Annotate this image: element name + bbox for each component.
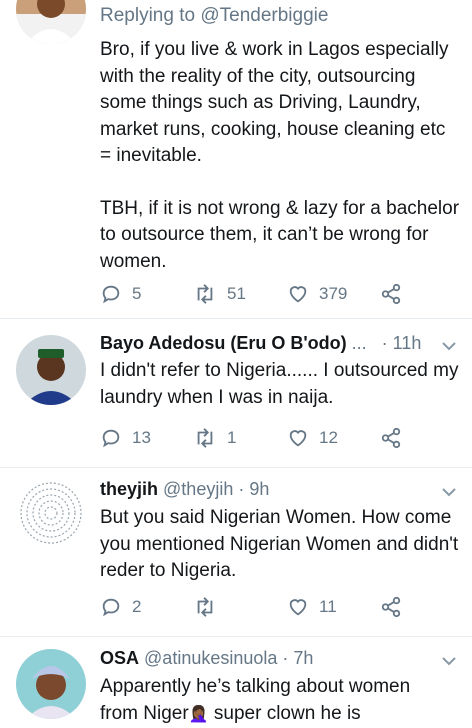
- tweet-osa[interactable]: OSA @atinukesinuola · 7h Apparently he’s…: [0, 637, 472, 726]
- reply-count: 13: [132, 428, 151, 448]
- retweet-icon: [193, 283, 217, 305]
- like-count: 379: [319, 284, 347, 304]
- display-name[interactable]: theyjih: [100, 479, 158, 499]
- reply-count: 5: [132, 284, 141, 304]
- reply-button[interactable]: 5: [100, 279, 141, 309]
- share-button[interactable]: [380, 423, 402, 453]
- display-name[interactable]: Bayo Adedosu (Eru O B'odo): [100, 333, 347, 353]
- timestamp[interactable]: · 9h: [238, 479, 269, 499]
- facepalm-emoji: 🤦🏾‍♀️: [189, 706, 209, 723]
- reply-icon: [100, 427, 122, 449]
- tweet-paragraph: TBH, if it is not wrong & lazy for a bac…: [100, 196, 460, 276]
- action-bar: 5 51 379: [100, 279, 460, 309]
- tweet-header: theyjih @theyjih · 9h: [100, 477, 269, 501]
- tweet-text: Apparently he’s talking about women from…: [100, 674, 460, 728]
- share-button[interactable]: [380, 279, 402, 309]
- reply-icon: [100, 596, 122, 618]
- like-count: 12: [319, 428, 338, 448]
- avatar[interactable]: [16, 0, 86, 44]
- retweet-count: 1: [227, 428, 236, 448]
- reply-button[interactable]: 13: [100, 423, 151, 453]
- retweet-button[interactable]: 1: [193, 423, 236, 453]
- avatar[interactable]: [16, 335, 86, 405]
- tweet-header: Bayo Adedosu (Eru O B'odo) ... · 11h: [100, 331, 421, 355]
- chevron-down-icon[interactable]: [440, 483, 458, 501]
- like-button[interactable]: 11: [287, 592, 337, 622]
- retweet-icon: [193, 596, 217, 618]
- tweet-text: I didn't refer to Nigeria...... I outsou…: [100, 358, 460, 411]
- tweet-text: But you said Nigerian Women. How come yo…: [100, 505, 460, 585]
- tweet-text: Bro, if you live & work in Lagos especia…: [100, 37, 460, 275]
- like-button[interactable]: 12: [287, 423, 338, 453]
- chevron-down-icon[interactable]: [440, 652, 458, 670]
- tweet-header: OSA @atinukesinuola · 7h: [100, 646, 313, 670]
- retweet-icon: [193, 427, 217, 449]
- retweet-button[interactable]: 51: [193, 279, 246, 309]
- share-icon: [380, 283, 402, 305]
- retweet-count: 51: [227, 284, 246, 304]
- action-bar: 2 11: [100, 592, 460, 622]
- like-icon: [287, 596, 309, 618]
- like-icon: [287, 283, 309, 305]
- user-handle[interactable]: @theyjih: [163, 479, 233, 499]
- tweet-paragraph: Bro, if you live & work in Lagos especia…: [100, 37, 460, 170]
- timestamp[interactable]: · 11h: [382, 333, 422, 353]
- tweet-theyjih[interactable]: theyjih @theyjih · 9h But you said Niger…: [0, 468, 472, 636]
- reply-button[interactable]: 2: [100, 592, 141, 622]
- reply-count: 2: [132, 597, 141, 617]
- replying-to: Replying to @Tenderbiggie: [100, 4, 328, 28]
- truncation-ellipsis: ...: [352, 333, 367, 353]
- display-name[interactable]: OSA: [100, 648, 139, 668]
- tweet-bayo-adedosu[interactable]: Bayo Adedosu (Eru O B'odo) ... · 11h I d…: [0, 319, 472, 467]
- tweet-line-segment: from Niger: [100, 703, 189, 724]
- like-icon: [287, 427, 309, 449]
- share-icon: [380, 596, 402, 618]
- like-count: 11: [319, 597, 337, 617]
- mention-link[interactable]: @Tenderbiggie: [200, 5, 328, 26]
- like-button[interactable]: 379: [287, 279, 347, 309]
- action-bar: 13 1 12: [100, 423, 460, 453]
- avatar[interactable]: [16, 478, 86, 548]
- retweet-button[interactable]: [193, 592, 227, 622]
- avatar[interactable]: [16, 649, 86, 719]
- tweet-line: from Niger🤦🏾‍♀️ super clown he is: [100, 701, 460, 728]
- replying-to-label: Replying to: [100, 5, 200, 26]
- reply-icon: [100, 283, 122, 305]
- tweet-line-segment: super clown he is: [209, 703, 361, 724]
- tweet-line: Apparently he’s talking about women: [100, 674, 460, 701]
- share-button[interactable]: [380, 592, 402, 622]
- tweet-tenderbiggie-reply[interactable]: Replying to @Tenderbiggie Bro, if you li…: [0, 0, 472, 316]
- share-icon: [380, 427, 402, 449]
- chevron-down-icon[interactable]: [440, 337, 458, 355]
- user-handle[interactable]: @atinukesinuola: [144, 648, 277, 668]
- timestamp[interactable]: · 7h: [282, 648, 313, 668]
